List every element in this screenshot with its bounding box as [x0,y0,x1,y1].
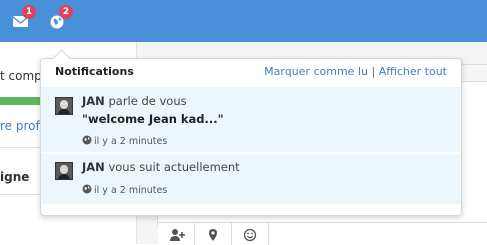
avatar [55,97,73,115]
notification-text: JAN parle de vous [82,94,187,108]
notification-quote-line: "welcome Jean kad..." [82,112,224,126]
messages-button[interactable]: 1 [12,5,36,30]
section-label: igne [0,170,30,184]
emoji-button[interactable] [232,223,269,245]
notifications-dropdown: Notifications Marquer comme lu | Affiche… [40,49,462,216]
show-all-link[interactable]: Afficher tout [379,65,447,78]
notification-user[interactable]: JAN [82,94,105,108]
profile-progress-bar [0,97,44,105]
notification-time-text: il y a 2 minutes [94,185,168,196]
profile-link[interactable]: re profi [0,119,43,133]
composer-toolbar [158,222,487,245]
top-navbar: 1 2 [0,0,487,42]
notification-item[interactable]: JAN vous suit actuellement il y a 2 minu… [41,154,461,204]
globe-icon [82,184,92,194]
mark-read-link[interactable]: Marquer comme lu [264,65,368,78]
notifications-badge: 2 [59,5,73,19]
notification-text: JAN vous suit actuellement [82,160,240,174]
dropdown-actions: Marquer comme lu | Afficher tout [264,65,447,78]
notification-message: vous suit actuellement [104,160,240,174]
messages-badge: 1 [22,5,36,19]
tag-people-button[interactable] [158,223,195,245]
profile-progress-text: t compl [0,69,46,83]
notification-message: parle de vous [104,94,187,108]
notification-time: il y a 2 minutes [82,184,167,196]
notification-item[interactable]: JAN parle de vous "welcome Jean kad..." … [41,87,461,152]
notification-time: il y a 2 minutes [82,135,167,147]
globe-icon [82,135,92,145]
notification-time-text: il y a 2 minutes [94,136,168,147]
actions-separator: | [371,65,376,78]
add-user-icon [170,229,185,241]
map-marker-icon [209,229,217,241]
notification-quote: "welcome Jean kad..." [82,112,224,126]
notification-user[interactable]: JAN [82,160,105,174]
avatar [55,162,73,180]
smiley-icon [243,228,257,242]
location-button[interactable] [195,223,232,245]
dropdown-title: Notifications [55,65,134,78]
notifications-button[interactable]: 2 [49,5,73,30]
dropdown-header: Notifications Marquer comme lu | Affiche… [41,59,461,85]
